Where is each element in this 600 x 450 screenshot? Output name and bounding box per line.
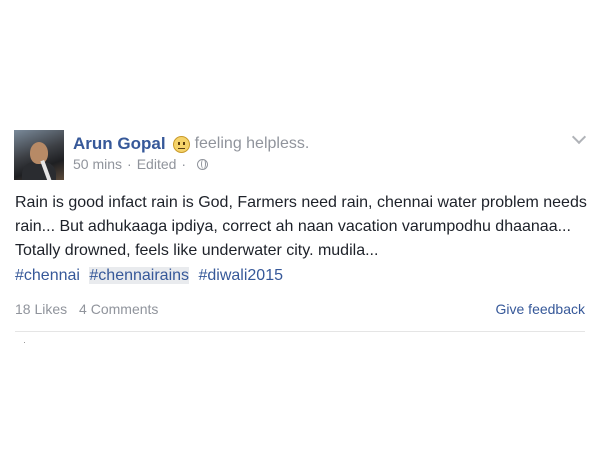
divider	[15, 331, 585, 332]
hashtag-list: #chennai #chennairains #diwali2015	[15, 267, 288, 285]
avatar[interactable]	[14, 130, 64, 180]
give-feedback-link[interactable]: Give feedback	[496, 301, 586, 317]
decorative-dot	[24, 342, 25, 343]
hashtag-link[interactable]: #chennai	[15, 267, 80, 284]
avatar-body	[22, 162, 56, 180]
hashtag-link[interactable]: #chennairains	[89, 267, 190, 284]
post-footer: 18 Likes 4 Comments Give feedback	[15, 301, 585, 317]
post-message: Rain is good infact rain is God, Farmers…	[15, 194, 587, 259]
post-header: Arun Gopal feeling helpless.	[73, 132, 309, 156]
meta-separator-2: ·	[181, 156, 187, 172]
post-card: Arun Gopal feeling helpless. 50 mins · E…	[0, 118, 600, 348]
post-timestamp[interactable]: 50 mins	[73, 156, 122, 172]
meta-separator: ·	[127, 156, 132, 172]
edited-label[interactable]: Edited	[137, 156, 177, 172]
author-name[interactable]: Arun Gopal	[73, 134, 166, 154]
confused-face-icon	[172, 135, 190, 153]
post-meta: 50 mins · Edited ·	[73, 156, 209, 172]
hashtag-link[interactable]: #diwali2015	[198, 267, 283, 284]
globe-icon[interactable]	[197, 158, 209, 170]
likes-count[interactable]: 18 Likes	[15, 301, 67, 317]
comments-count[interactable]: 4 Comments	[79, 301, 158, 317]
chevron-down-icon[interactable]	[571, 129, 587, 145]
feeling-text: feeling helpless.	[194, 135, 310, 152]
avatar-face	[30, 142, 48, 164]
